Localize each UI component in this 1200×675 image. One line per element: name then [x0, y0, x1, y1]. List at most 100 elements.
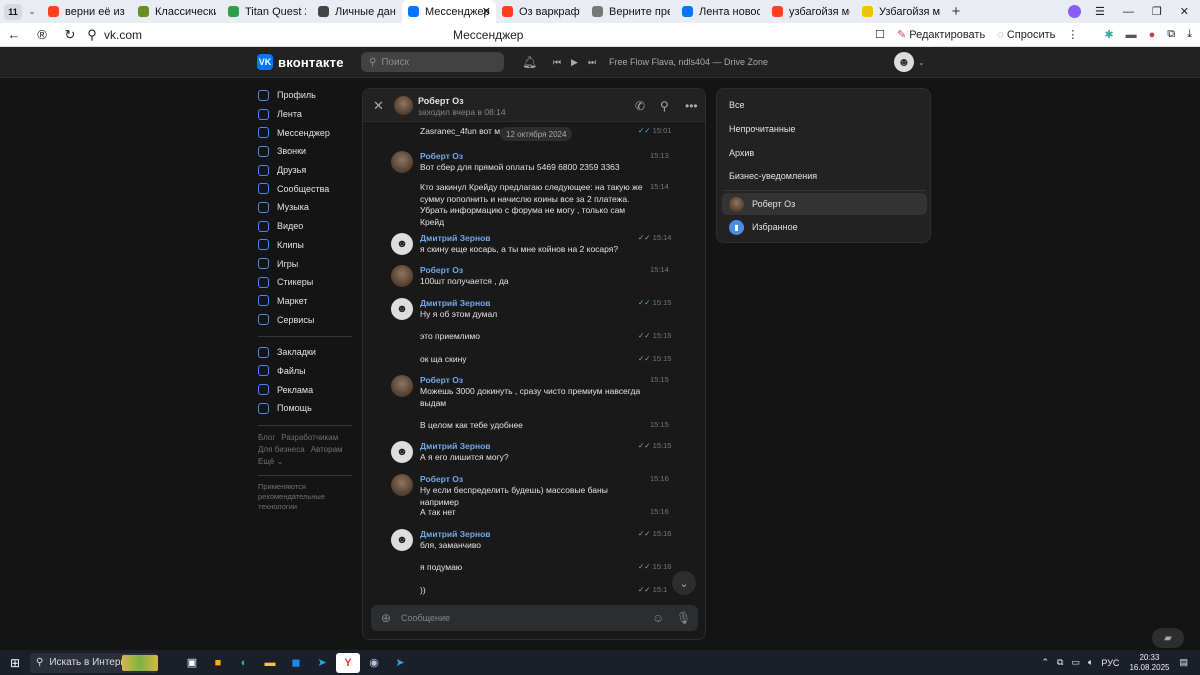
sidebar-item[interactable]: Друзья	[258, 161, 358, 180]
store-icon[interactable]: ■	[206, 653, 230, 673]
user-avatar[interactable]: ☻	[894, 52, 914, 72]
sidebar-item[interactable]: Маркет	[258, 292, 358, 311]
message-author[interactable]: Дмитрий Зернов	[420, 298, 491, 308]
site-settings-icon[interactable]: ⚲	[84, 27, 100, 43]
play-icon[interactable]: ▶	[571, 57, 578, 68]
avatar[interactable]: ☻	[391, 298, 413, 320]
steam-icon[interactable]: ◉	[362, 653, 386, 673]
folder-all[interactable]: Все	[729, 100, 745, 110]
avatar[interactable]: ☻	[391, 233, 413, 255]
downloads-icon[interactable]: ⤓	[1187, 28, 1192, 41]
message-author[interactable]: Дмитрий Зернов	[420, 233, 491, 243]
notifications-icon[interactable]: 🔔︎	[522, 55, 537, 69]
sidebar-item[interactable]: Мессенджер	[258, 123, 358, 142]
folder-archive[interactable]: Архив	[729, 148, 754, 158]
browser-tab[interactable]: Оз варкрафт — Я	[496, 0, 586, 23]
extension-icon[interactable]: ✱	[1104, 28, 1113, 41]
browser-tab[interactable]: Мессенджер ✕	[402, 0, 496, 23]
message-input[interactable]	[401, 610, 641, 626]
player-track-title[interactable]: Free Flow Flava, ndls404 — Drive Zone	[609, 57, 768, 67]
restore-icon[interactable]: ❐	[1152, 5, 1162, 18]
attach-icon[interactable]: ⊕	[381, 611, 391, 625]
network-icon[interactable]: ▭	[1071, 657, 1080, 668]
language-indicator[interactable]: РУС	[1101, 658, 1119, 668]
folder-unread[interactable]: Непрочитанные	[729, 124, 795, 134]
folder-business[interactable]: Бизнес-уведомления	[729, 171, 817, 181]
close-window-icon[interactable]: ✕	[1180, 5, 1189, 18]
edit-button[interactable]: ✎ Редактировать	[897, 28, 985, 41]
yandex-browser-icon[interactable]: Y	[336, 652, 360, 673]
browser-tab[interactable]: Личные данные	[312, 0, 402, 23]
more-icon[interactable]: •••	[685, 99, 698, 113]
next-track-icon[interactable]: ⏭	[588, 57, 596, 68]
new-tab-button[interactable]: +	[946, 3, 966, 20]
outlook-icon[interactable]: ◼	[284, 653, 308, 673]
link-blog[interactable]: Блог	[258, 433, 275, 442]
avatar[interactable]: ☻	[391, 529, 413, 551]
sidebar-item[interactable]: Сообщества	[258, 179, 358, 198]
avatar[interactable]	[391, 265, 413, 287]
extension2-icon[interactable]: ▬	[1126, 29, 1137, 41]
search-box[interactable]: ⚲	[361, 52, 504, 72]
telegram-desktop-icon[interactable]: ➤	[388, 653, 412, 673]
browser-tab[interactable]: Узбагойзя мем: с	[856, 0, 946, 23]
alice-icon[interactable]	[1068, 5, 1081, 18]
sidebar-item[interactable]: Клипы	[258, 236, 358, 255]
scroll-down-button[interactable]: ⌄	[672, 571, 696, 595]
bookmark-page-icon[interactable]: ☐	[875, 28, 885, 41]
chat-bubble-icon[interactable]: ▰	[1152, 628, 1184, 648]
sidebar-item[interactable]: Файлы	[258, 362, 358, 381]
notifications-center-icon[interactable]: ▤	[1179, 657, 1188, 668]
clock[interactable]: 20:33 16.08.2025	[1129, 653, 1169, 673]
message-author[interactable]: Дмитрий Зернов	[420, 529, 491, 539]
chevron-up-icon[interactable]: ⌃	[1042, 657, 1050, 668]
browser-tab[interactable]: узбагойзя мем —	[766, 0, 856, 23]
sidebar-item[interactable]: Лента	[258, 105, 358, 124]
extensions-icon[interactable]: ⧉	[1167, 28, 1175, 41]
sidebar-item[interactable]: Закладки	[258, 343, 358, 362]
protect-icon[interactable]: ®	[28, 27, 56, 42]
sidebar-item[interactable]: Профиль	[258, 86, 358, 105]
taskbar-search[interactable]: ⚲ Искать в Интернете &	[30, 652, 158, 673]
message-author[interactable]: Роберт Оз	[420, 151, 463, 161]
avatar[interactable]	[391, 151, 413, 173]
sidebar-item[interactable]: Реклама	[258, 380, 358, 399]
minimize-icon[interactable]: —	[1123, 6, 1134, 18]
emoji-icon[interactable]: ☺	[652, 611, 664, 625]
chevron-down-icon[interactable]: ⌄	[918, 58, 925, 67]
edge-icon[interactable]: ◐	[232, 653, 256, 673]
conversation-robert[interactable]: Роберт Оз	[722, 193, 927, 215]
url-field[interactable]: vk.com	[104, 28, 142, 42]
vk-logo[interactable]: VK вконтакте	[257, 54, 344, 70]
link-business[interactable]: Для бизнеса	[258, 445, 305, 454]
avatar[interactable]	[391, 474, 413, 496]
link-developers[interactable]: Разработчикам	[281, 433, 338, 442]
sidebar-item[interactable]: Звонки	[258, 142, 358, 161]
link-authors[interactable]: Авторам	[311, 445, 343, 454]
telegram-icon[interactable]: ➤	[310, 653, 334, 673]
message-author[interactable]: Дмитрий Зернов	[420, 441, 491, 451]
sidebar-item[interactable]: Игры	[258, 254, 358, 273]
message-author[interactable]: Роберт Оз	[420, 375, 463, 385]
link-more[interactable]: Ещё ⌄	[258, 457, 283, 466]
microphone-icon[interactable]: 🎙︎	[676, 611, 691, 625]
more-icon[interactable]: ⋮	[1067, 28, 1078, 41]
previous-track-icon[interactable]: ⏮	[553, 57, 561, 68]
avatar[interactable]: ☻	[391, 441, 413, 463]
recommendation-note[interactable]: Применяются рекомендательные технологии	[258, 482, 338, 512]
sidebar-item[interactable]: Стикеры	[258, 273, 358, 292]
menu-icon[interactable]: ☰	[1095, 5, 1105, 18]
onedrive-icon[interactable]: ⧉	[1057, 657, 1063, 668]
phone-icon[interactable]: ✆	[635, 99, 645, 113]
windows-start-icon[interactable]: ⊞	[0, 656, 30, 670]
reload-icon[interactable]: ↻	[56, 27, 84, 43]
sidebar-item[interactable]: Сервисы	[258, 310, 358, 329]
extension3-icon[interactable]: ●	[1149, 29, 1156, 41]
browser-tab[interactable]: Верните прем! - (	[586, 0, 676, 23]
chat-avatar[interactable]	[394, 96, 413, 115]
chat-name[interactable]: Роберт Оз	[418, 96, 464, 106]
search-icon[interactable]: ⚲	[660, 99, 669, 113]
sidebar-item[interactable]: Музыка	[258, 198, 358, 217]
sidebar-item[interactable]: Видео	[258, 217, 358, 236]
tab-count-button[interactable]: 11	[4, 3, 22, 20]
